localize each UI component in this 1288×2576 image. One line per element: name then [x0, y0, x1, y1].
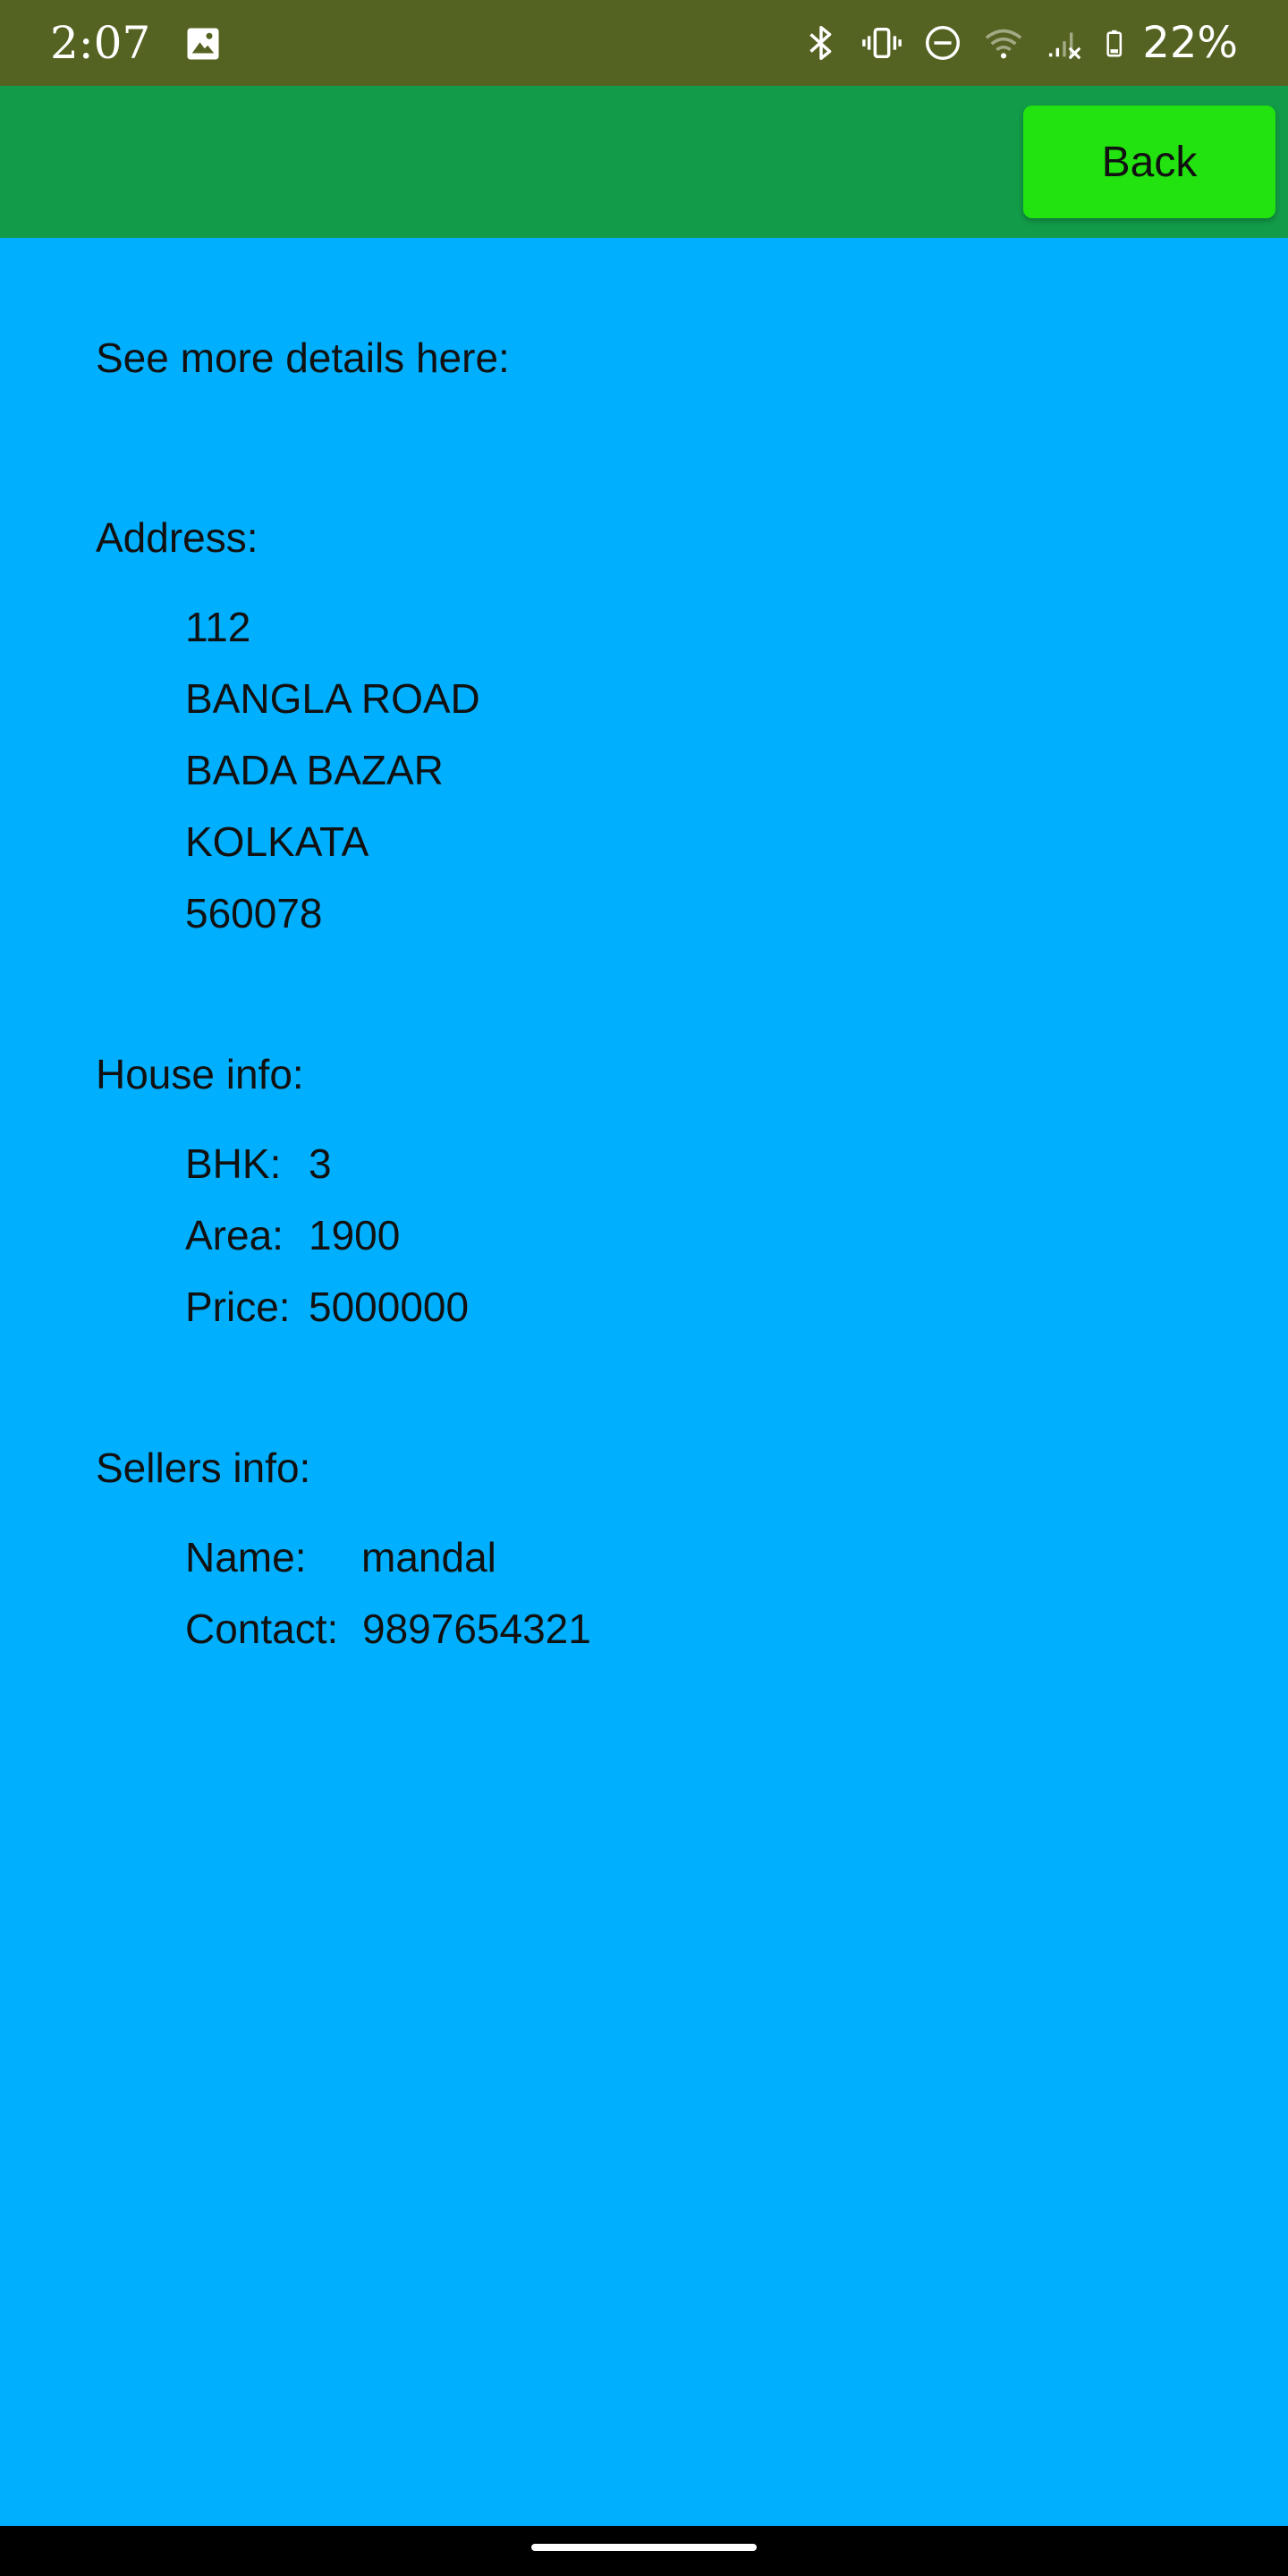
address-line-2: BANGLA ROAD [185, 675, 480, 722]
sellers-info-heading: Sellers info: [96, 1445, 311, 1491]
seller-contact-value: 9897654321 [362, 1606, 591, 1652]
status-bar: 2:07 22% [0, 0, 1288, 86]
area-value: 1900 [309, 1212, 401, 1258]
battery-percent: 22% [1142, 18, 1238, 68]
status-time: 2:07 [50, 17, 151, 69]
price-value: 5000000 [309, 1284, 470, 1330]
home-gesture-handle[interactable] [531, 2544, 757, 2551]
seller-name-label: Name: [185, 1534, 307, 1580]
seller-name-value: mandal [361, 1534, 496, 1580]
address-heading: Address: [96, 514, 258, 561]
vibrate-icon [862, 27, 902, 59]
navigation-bar [0, 2526, 1288, 2576]
back-button[interactable]: Back [1023, 106, 1275, 218]
intro-text: See more details here: [96, 335, 510, 381]
area-label: Area: [185, 1212, 284, 1258]
signal-icon [1049, 32, 1081, 60]
seller-contact-label: Contact: [185, 1606, 339, 1652]
battery-icon [1106, 30, 1123, 57]
do-not-disturb-icon [926, 26, 961, 60]
bhk-value: 3 [309, 1140, 332, 1187]
wifi-icon [986, 29, 1022, 59]
address-line-3: BADA BAZAR [185, 747, 444, 793]
bluetooth-icon [809, 26, 832, 60]
price-label: Price: [185, 1284, 291, 1330]
status-icons: 22% [781, 13, 1238, 73]
bhk-label: BHK: [185, 1140, 282, 1187]
address-line-1: 112 [185, 604, 251, 650]
address-line-4: KOLKATA [185, 818, 369, 865]
image-icon [187, 28, 219, 60]
address-line-5: 560078 [185, 890, 323, 936]
house-info-heading: House info: [96, 1051, 304, 1097]
app-bar: Back [0, 86, 1288, 238]
